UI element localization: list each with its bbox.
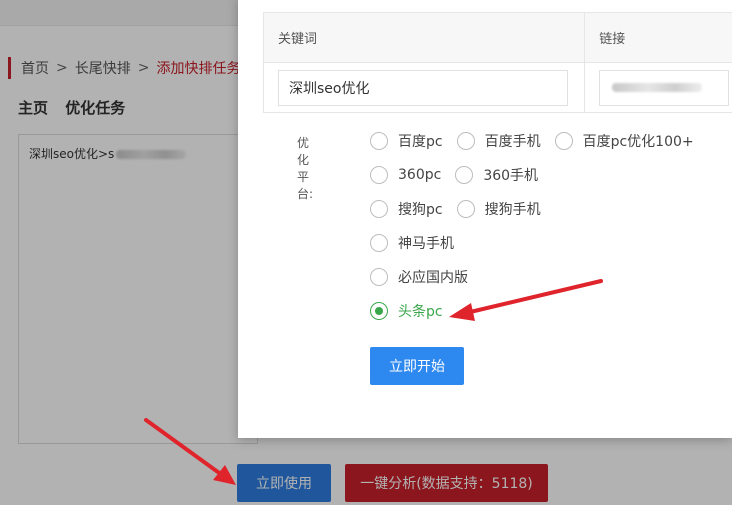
platform-options: 百度pc 百度手机 百度pc优化100+ 360pc 360手机搜狗pc 搜狗手机神马手机… — [370, 124, 730, 328]
platform-option[interactable]: 神马手机 — [370, 233, 454, 253]
platform-row: 百度pc 百度手机 百度pc优化100+ — [370, 124, 730, 158]
platform-option[interactable]: 百度手机 — [456, 131, 541, 151]
platform-option-label: 百度手机 — [484, 134, 541, 150]
task-modal: 关键词 链接 深圳seo优化 优化平台: 百度pc 百度手机 百度pc优化100+ 3… — [238, 0, 732, 438]
redacted-link — [612, 83, 703, 92]
start-button[interactable]: 立即开始 — [370, 347, 464, 385]
keyword-table: 关键词 链接 深圳seo优化 — [263, 12, 732, 113]
radio-unchecked-icon[interactable] — [370, 166, 388, 184]
platform-option[interactable]: 搜狗手机 — [456, 199, 541, 219]
platform-row: 360pc 360手机 — [370, 158, 730, 192]
keyword-cell: 深圳seo优化 — [264, 63, 586, 113]
radio-unchecked-icon[interactable] — [370, 132, 388, 150]
radio-unchecked-icon[interactable] — [456, 132, 475, 150]
platform-row: 必应国内版 — [370, 260, 730, 294]
platform-row: 头条pc — [370, 294, 730, 328]
radio-unchecked-icon[interactable] — [370, 234, 388, 252]
column-header-link: 链接 — [585, 13, 732, 63]
platform-option-label: 神马手机 — [398, 236, 454, 252]
platform-option-label: 搜狗手机 — [484, 202, 541, 218]
table-row: 深圳seo优化 — [264, 63, 732, 113]
platform-option[interactable]: 360手机 — [455, 165, 538, 185]
radio-unchecked-icon[interactable] — [455, 166, 474, 184]
platform-option[interactable]: 必应国内版 — [370, 267, 468, 287]
platform-option[interactable]: 搜狗pc — [370, 199, 443, 219]
platform-option-label: 必应国内版 — [398, 270, 468, 286]
keyword-input[interactable]: 深圳seo优化 — [278, 69, 568, 106]
platform-row: 神马手机 — [370, 226, 730, 260]
radio-unchecked-icon[interactable] — [554, 132, 573, 150]
platform-option[interactable]: 百度pc优化100+ — [554, 131, 694, 151]
platform-option-label: 搜狗pc — [398, 202, 443, 218]
radio-unchecked-icon[interactable] — [456, 200, 475, 218]
platform-option-label: 360手机 — [483, 168, 539, 184]
platform-option[interactable]: 百度pc — [370, 131, 443, 151]
link-cell — [585, 63, 732, 113]
table-header-row: 关键词 链接 — [264, 13, 732, 63]
platform-option-label: 头条pc — [398, 304, 443, 320]
radio-unchecked-icon[interactable] — [370, 200, 388, 218]
platform-label: 优化平台: — [297, 136, 314, 201]
radio-unchecked-icon[interactable] — [370, 268, 388, 286]
platform-option-label: 百度pc优化100+ — [582, 134, 694, 150]
platform-option[interactable]: 头条pc — [370, 301, 443, 321]
platform-option[interactable]: 360pc — [370, 166, 441, 184]
link-input[interactable] — [599, 69, 730, 106]
platform-row: 搜狗pc 搜狗手机 — [370, 192, 730, 226]
platform-option-label: 百度pc — [398, 134, 443, 150]
radio-checked-icon[interactable] — [370, 302, 388, 320]
column-header-keyword: 关键词 — [264, 13, 586, 63]
platform-option-label: 360pc — [398, 167, 442, 183]
